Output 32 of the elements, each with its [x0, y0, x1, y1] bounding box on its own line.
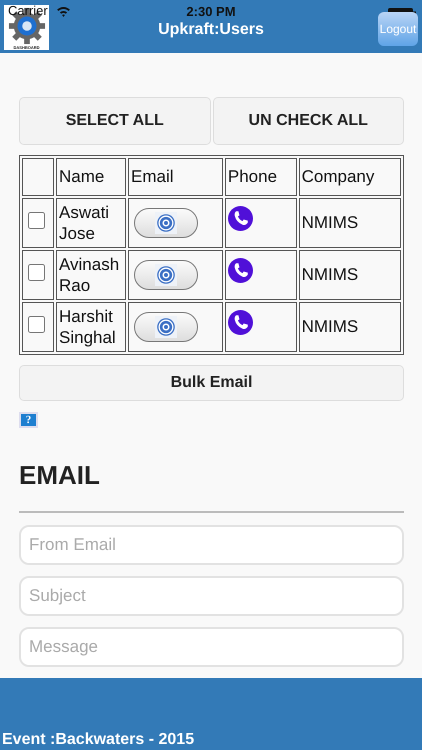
phone-icon[interactable] [228, 258, 253, 282]
table-header-cell [22, 158, 54, 196]
phone-icon[interactable] [228, 310, 253, 334]
row-checkbox[interactable] [28, 316, 45, 333]
help-button[interactable]: ? [19, 412, 38, 428]
company-cell: NMIMS [298, 250, 401, 300]
column-header: Company [298, 158, 401, 196]
name-cell: Aswati Jose [56, 198, 126, 248]
row-checkbox[interactable] [28, 264, 45, 281]
page-title: Upkraft:Users [158, 21, 264, 39]
section-heading: EMAIL [19, 460, 101, 491]
phone-icon[interactable] [228, 206, 253, 230]
status-time: 2:30 PM [186, 4, 236, 19]
name-cell: Avinash Rao [56, 250, 126, 300]
company-cell: NMIMS [298, 198, 401, 248]
action-button[interactable]: SELECT ALL [19, 97, 210, 145]
column-header: Name [56, 158, 126, 196]
email-button[interactable] [134, 312, 198, 342]
action-button[interactable]: UN CHECK ALL [212, 97, 404, 145]
event-label: Event :Backwaters - 2015 [1, 731, 194, 750]
company-cell: NMIMS [298, 302, 401, 352]
wifi-icon [56, 6, 71, 17]
input-field[interactable]: Subject [19, 576, 404, 616]
row-checkbox[interactable] [28, 212, 45, 229]
input-field[interactable]: From Email [19, 525, 404, 565]
bulk-email-button[interactable]: Bulk Email [19, 365, 404, 401]
name-cell: Harshit Singhal [56, 302, 126, 352]
input-field[interactable]: Message [19, 627, 404, 667]
email-button[interactable] [134, 208, 198, 238]
email-button[interactable] [134, 260, 198, 290]
column-header: Phone [224, 158, 297, 196]
column-header: Email [128, 158, 223, 196]
